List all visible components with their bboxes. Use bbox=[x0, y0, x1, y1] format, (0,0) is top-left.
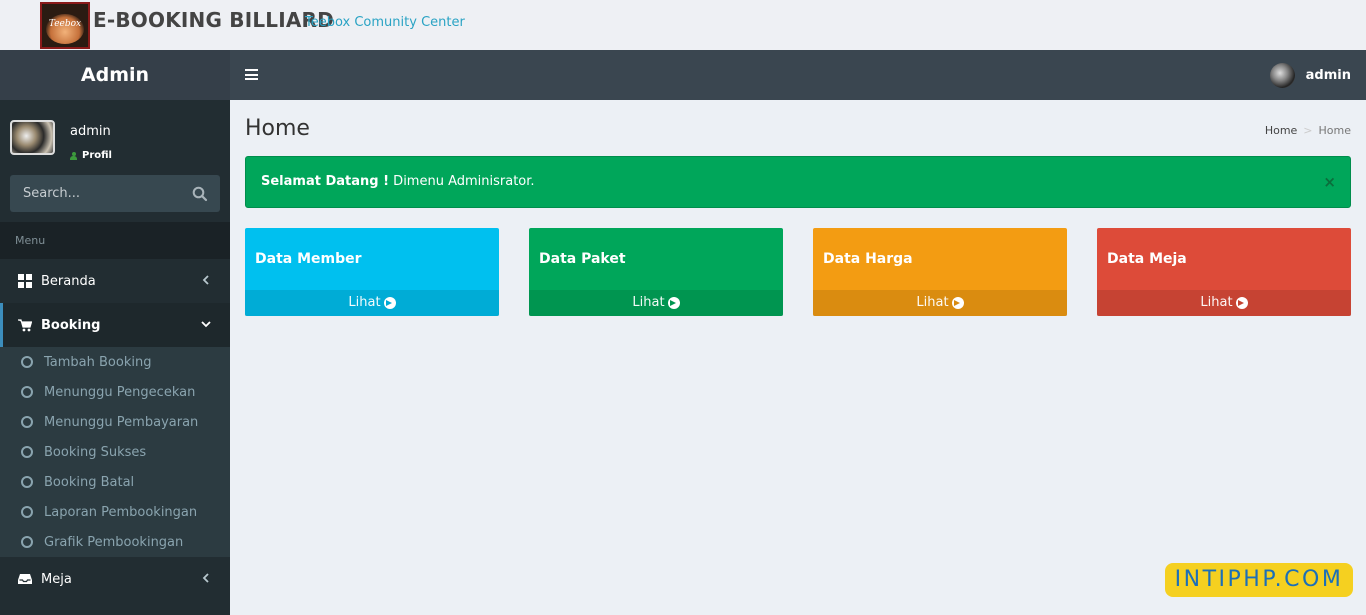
profile-link-label: Profil bbox=[82, 150, 112, 161]
avatar bbox=[1269, 62, 1295, 88]
booking-submenu: Tambah Booking Menunggu Pengecekan Menun… bbox=[0, 347, 230, 557]
submenu-item-booking-sukses[interactable]: Booking Sukses bbox=[0, 437, 230, 467]
circle-icon bbox=[21, 536, 33, 548]
cart-icon bbox=[18, 318, 32, 332]
arrow-circle-right-icon bbox=[383, 297, 396, 309]
box-title: Data Paket bbox=[539, 251, 626, 267]
sidebar-logo-title[interactable]: Admin bbox=[0, 50, 230, 100]
sidebar-item-label: Beranda bbox=[41, 273, 96, 289]
brand-logo[interactable]: Teebox bbox=[40, 2, 90, 49]
welcome-alert: Selamat Datang ! Dimenu Adminisrator. × bbox=[245, 156, 1351, 208]
breadcrumb-home-link[interactable]: Home bbox=[1265, 124, 1297, 137]
brand-bar: Teebox E-BOOKING BILLIARD Teebox Comunit… bbox=[0, 0, 1366, 50]
data-paket-box: Data Paket Lihat bbox=[529, 228, 783, 316]
lihat-data-member-link[interactable]: Lihat bbox=[245, 290, 499, 316]
breadcrumb: Home > Home bbox=[1265, 124, 1351, 137]
menu-header: Menu bbox=[0, 222, 230, 259]
submenu-item-laporan-pembookingan[interactable]: Laporan Pembookingan bbox=[0, 497, 230, 527]
circle-icon bbox=[21, 386, 33, 398]
circle-icon bbox=[21, 506, 33, 518]
sidebar-search bbox=[10, 175, 220, 212]
arrow-circle-right-icon bbox=[1235, 297, 1248, 309]
sidebar-item-booking[interactable]: Booking bbox=[0, 303, 230, 347]
submenu-label: Laporan Pembookingan bbox=[44, 504, 198, 520]
breadcrumb-current: Home bbox=[1318, 124, 1351, 137]
data-member-box: Data Member Lihat bbox=[245, 228, 499, 316]
submenu-item-menunggu-pengecekan[interactable]: Menunggu Pengecekan bbox=[0, 377, 230, 407]
sidebar: admin Profil Menu Beranda Booking Tambah… bbox=[0, 100, 230, 615]
breadcrumb-separator: > bbox=[1303, 124, 1313, 137]
user-menu-name: admin bbox=[1305, 67, 1351, 83]
submenu-item-grafik-pembookingan[interactable]: Grafik Pembookingan bbox=[0, 527, 230, 557]
profile-link[interactable]: Profil bbox=[70, 150, 112, 161]
data-harga-box: Data Harga Lihat bbox=[813, 228, 1067, 316]
logo-text: Teebox bbox=[48, 19, 82, 29]
lihat-data-meja-link[interactable]: Lihat bbox=[1097, 290, 1351, 316]
submenu-item-tambah-booking[interactable]: Tambah Booking bbox=[0, 347, 230, 377]
box-link-label: Lihat bbox=[348, 295, 381, 310]
arrow-circle-right-icon bbox=[667, 297, 680, 309]
submenu-label: Grafik Pembookingan bbox=[44, 534, 184, 550]
arrow-circle-right-icon bbox=[951, 297, 964, 309]
data-meja-box: Data Meja Lihat bbox=[1097, 228, 1351, 316]
inbox-icon bbox=[18, 572, 32, 586]
chevron-left-icon bbox=[200, 274, 212, 286]
submenu-label: Tambah Booking bbox=[44, 354, 152, 370]
sidebar-item-beranda[interactable]: Beranda bbox=[0, 259, 230, 303]
sidebar-item-label: Meja bbox=[41, 571, 72, 587]
search-input[interactable] bbox=[10, 175, 180, 212]
lihat-data-paket-link[interactable]: Lihat bbox=[529, 290, 783, 316]
submenu-label: Menunggu Pembayaran bbox=[44, 414, 199, 430]
circle-icon bbox=[21, 476, 33, 488]
submenu-label: Menunggu Pengecekan bbox=[44, 384, 196, 400]
top-navbar: admin bbox=[230, 50, 1366, 100]
submenu-label: Booking Batal bbox=[44, 474, 135, 490]
chevron-down-icon bbox=[200, 318, 212, 330]
user-avatar bbox=[10, 120, 55, 155]
user-panel: admin Profil bbox=[10, 120, 220, 170]
circle-icon bbox=[21, 416, 33, 428]
box-link-label: Lihat bbox=[916, 295, 949, 310]
box-link-label: Lihat bbox=[632, 295, 665, 310]
user-menu[interactable]: admin bbox=[1269, 62, 1351, 88]
dashboard-icon bbox=[18, 274, 32, 288]
circle-icon bbox=[21, 446, 33, 458]
brand-title[interactable]: E-BOOKING BILLIARD bbox=[93, 8, 334, 32]
box-title: Data Member bbox=[255, 251, 362, 267]
chevron-left-icon bbox=[200, 572, 212, 584]
box-title: Data Meja bbox=[1107, 251, 1187, 267]
watermark-logo: INTIPHP.COM bbox=[1165, 563, 1353, 597]
sidebar-item-meja[interactable]: Meja bbox=[0, 557, 230, 601]
box-title: Data Harga bbox=[823, 251, 913, 267]
submenu-label: Booking Sukses bbox=[44, 444, 147, 460]
search-icon[interactable] bbox=[192, 186, 208, 202]
menu-toggle-icon[interactable] bbox=[245, 69, 258, 80]
submenu-item-booking-batal[interactable]: Booking Batal bbox=[0, 467, 230, 497]
alert-text: Dimenu Adminisrator. bbox=[389, 174, 535, 189]
user-panel-name: admin bbox=[70, 124, 111, 139]
circle-icon bbox=[21, 356, 33, 368]
box-link-label: Lihat bbox=[1200, 295, 1233, 310]
brand-subtitle: Teebox Comunity Center bbox=[305, 15, 465, 30]
submenu-item-menunggu-pembayaran[interactable]: Menunggu Pembayaran bbox=[0, 407, 230, 437]
lihat-data-harga-link[interactable]: Lihat bbox=[813, 290, 1067, 316]
sidebar-item-label: Booking bbox=[41, 317, 101, 333]
close-icon[interactable]: × bbox=[1323, 157, 1336, 207]
page-title: Home bbox=[245, 116, 310, 141]
user-icon bbox=[70, 151, 77, 160]
alert-title: Selamat Datang ! bbox=[261, 174, 390, 189]
